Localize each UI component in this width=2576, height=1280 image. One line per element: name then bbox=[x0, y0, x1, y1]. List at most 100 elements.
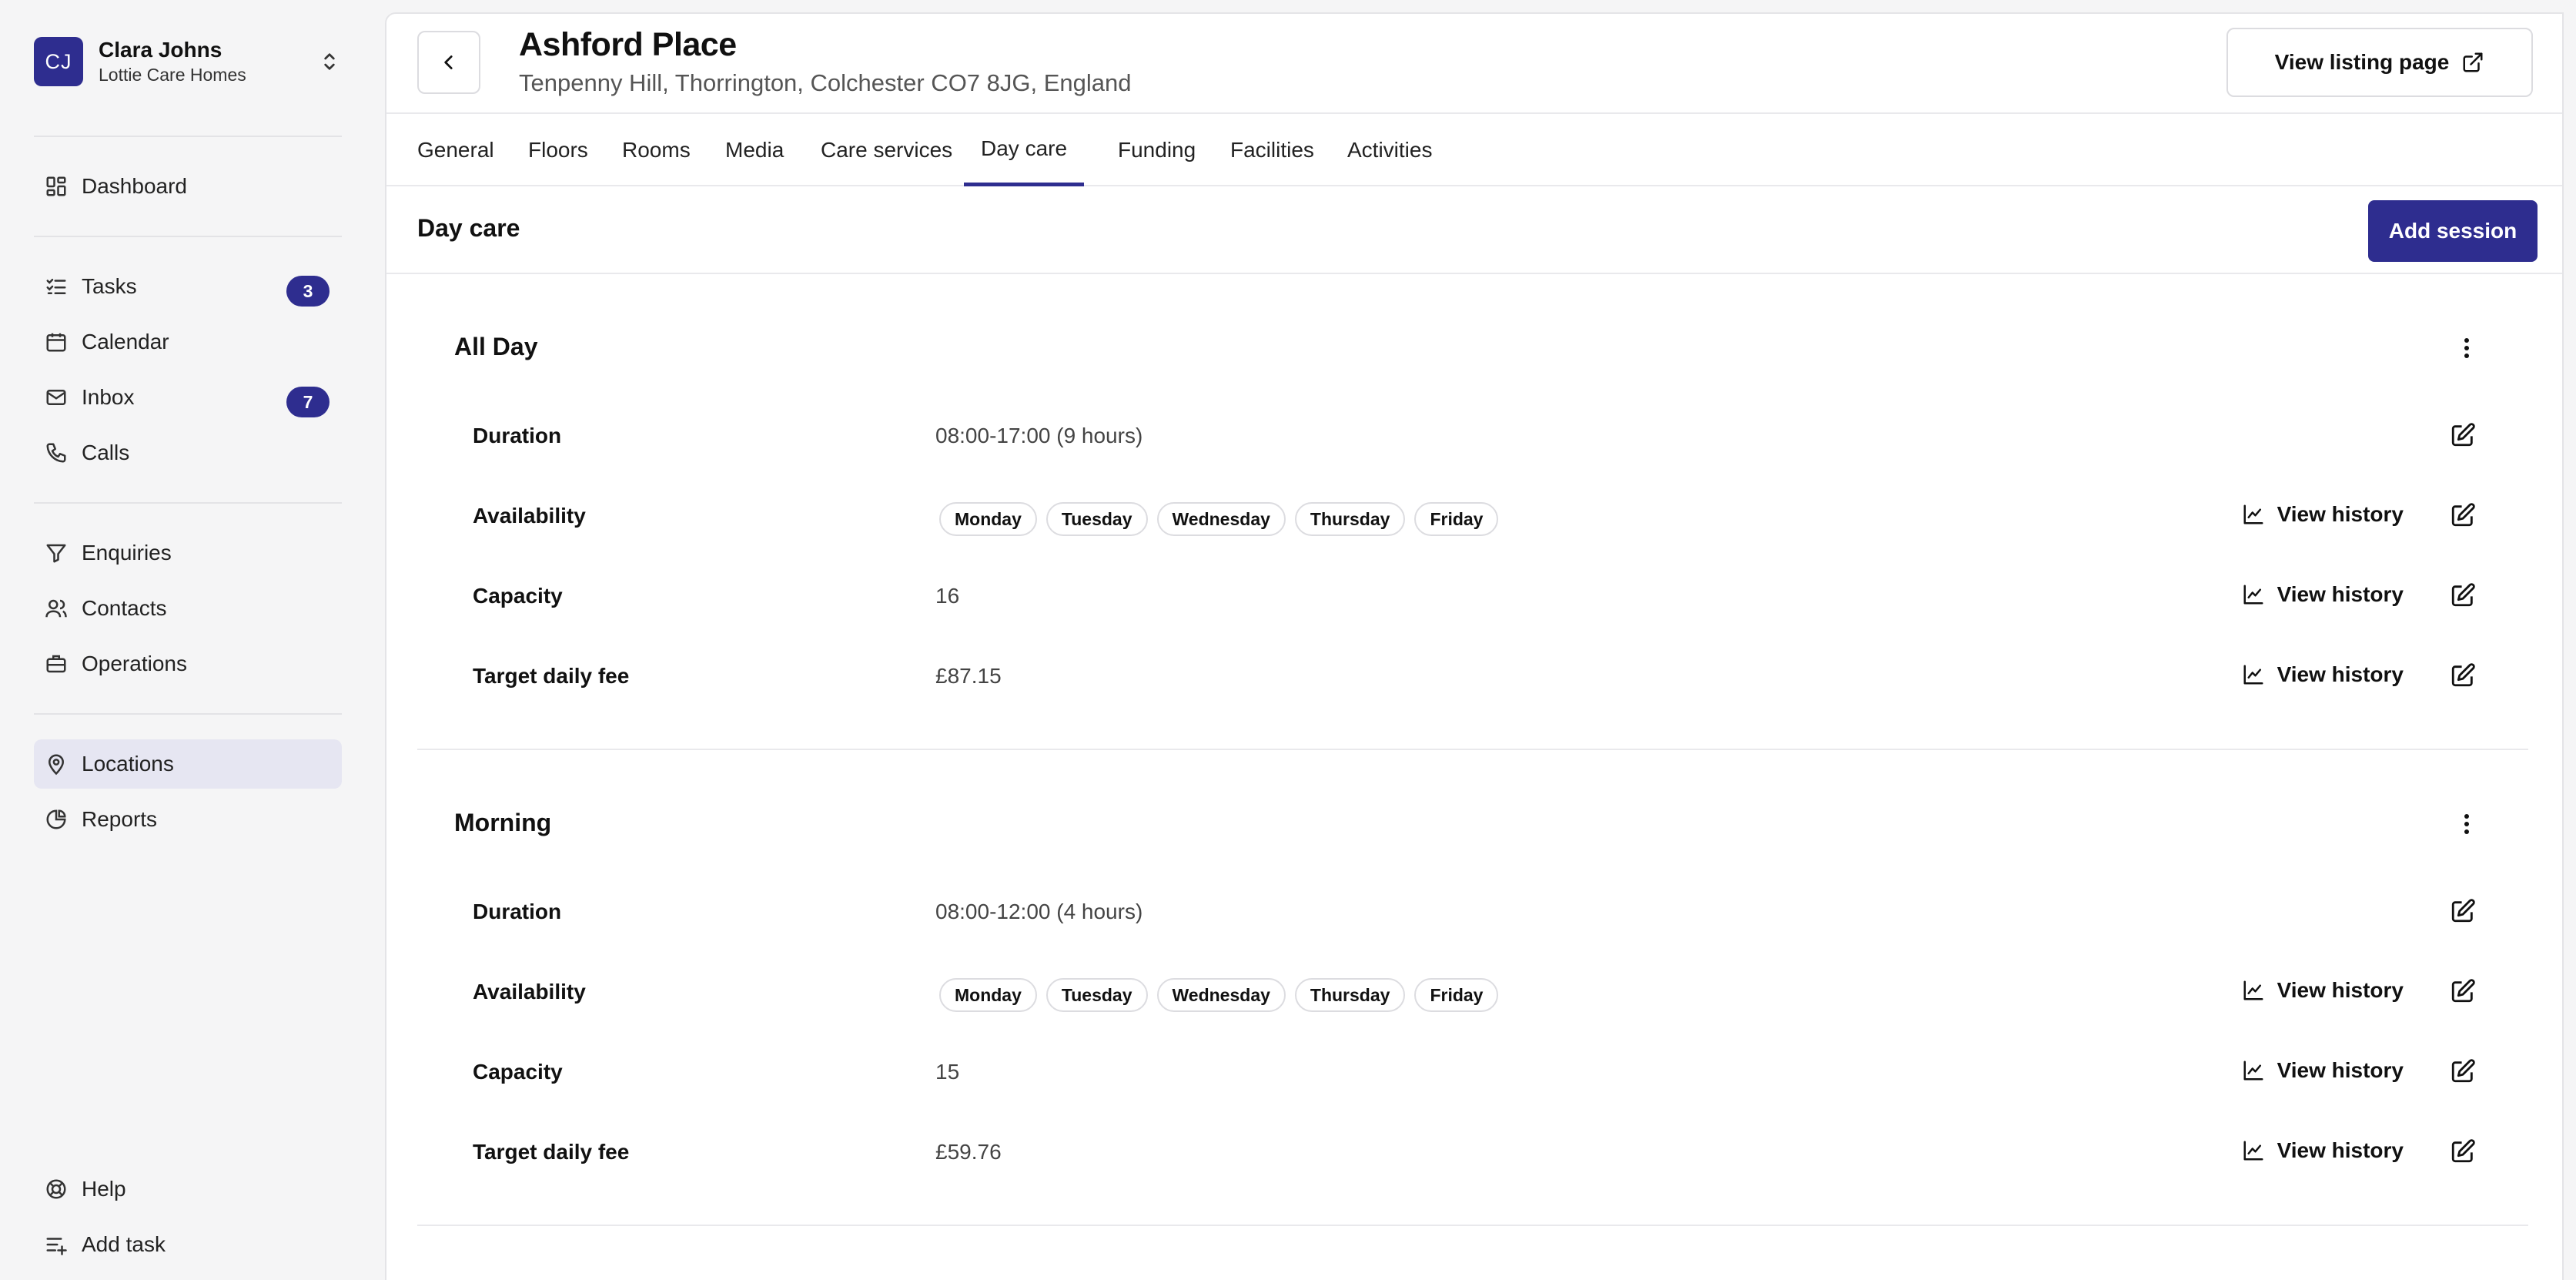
duration-row: Duration 08:00-17:00 (9 hours) bbox=[417, 407, 2528, 468]
edit-icon[interactable] bbox=[2450, 422, 2477, 450]
session-card: All Day Duration 08:00-17:00 (9 hours) A… bbox=[417, 274, 2528, 750]
view-history-button[interactable]: View history bbox=[2242, 582, 2404, 607]
day-chip: Tuesday bbox=[1045, 502, 1148, 536]
view-history-button[interactable]: View history bbox=[2242, 1138, 2404, 1163]
fee-value: £87.15 bbox=[935, 664, 1002, 688]
users-icon bbox=[43, 595, 69, 622]
view-history-button[interactable]: View history bbox=[2242, 978, 2404, 1003]
capacity-value: 16 bbox=[935, 584, 960, 608]
edit-icon[interactable] bbox=[2450, 662, 2477, 690]
divider bbox=[34, 136, 342, 137]
avatar: CJ bbox=[34, 37, 83, 86]
day-chip: Thursday bbox=[1294, 978, 1406, 1012]
add-session-button[interactable]: Add session bbox=[2368, 200, 2538, 262]
view-history-label: View history bbox=[2277, 502, 2404, 526]
tab-general[interactable]: General bbox=[400, 114, 511, 186]
divider bbox=[34, 713, 342, 715]
view-history-button[interactable]: View history bbox=[2242, 662, 2404, 687]
tab-activities[interactable]: Activities bbox=[1330, 114, 1449, 186]
tab-care-services[interactable]: Care services bbox=[804, 114, 969, 186]
sidebar-item-enquiries[interactable]: Enquiries bbox=[34, 528, 342, 578]
page-header: Ashford Place Tenpenny Hill, Thorrington… bbox=[386, 14, 2562, 114]
divider bbox=[34, 236, 342, 237]
sidebar-item-add-task[interactable]: Add task bbox=[34, 1220, 342, 1269]
sidebar-item-label: Add task bbox=[82, 1232, 166, 1256]
map-pin-icon bbox=[43, 751, 69, 777]
tab-floors[interactable]: Floors bbox=[511, 114, 605, 186]
more-vertical-icon[interactable] bbox=[2451, 333, 2482, 364]
sidebar-item-calendar[interactable]: Calendar bbox=[34, 317, 342, 367]
duration-row: Duration 08:00-12:00 (4 hours) bbox=[417, 883, 2528, 944]
row-label: Availability bbox=[473, 504, 586, 528]
view-history-button[interactable]: View history bbox=[2242, 502, 2404, 527]
view-history-button[interactable]: View history bbox=[2242, 1058, 2404, 1083]
tab-funding[interactable]: Funding bbox=[1101, 114, 1213, 186]
sidebar-item-label: Help bbox=[82, 1177, 126, 1201]
divider bbox=[34, 502, 342, 504]
duration-value: 08:00-17:00 (9 hours) bbox=[935, 424, 1143, 447]
sidebar-item-contacts[interactable]: Contacts bbox=[34, 584, 342, 633]
chevron-up-down-icon[interactable] bbox=[317, 49, 342, 74]
external-link-icon bbox=[2461, 51, 2484, 74]
tab-facilities[interactable]: Facilities bbox=[1213, 114, 1331, 186]
sidebar-item-label: Locations bbox=[82, 752, 174, 776]
count-badge: 3 bbox=[286, 276, 330, 307]
edit-icon[interactable] bbox=[2450, 1138, 2477, 1166]
edit-icon[interactable] bbox=[2450, 502, 2477, 530]
sidebar-item-label: Tasks bbox=[82, 274, 137, 298]
day-chip: Friday bbox=[1414, 502, 1499, 536]
view-listing-button[interactable]: View listing page bbox=[2226, 28, 2533, 97]
calendar-icon bbox=[43, 329, 69, 355]
sidebar-item-reports[interactable]: Reports bbox=[34, 795, 342, 844]
view-history-label: View history bbox=[2277, 1138, 2404, 1162]
briefcase-icon bbox=[43, 651, 69, 677]
edit-icon[interactable] bbox=[2450, 978, 2477, 1006]
sidebar-item-operations[interactable]: Operations bbox=[34, 639, 342, 689]
account-switcher[interactable]: CJ Clara Johns Lottie Care Homes bbox=[34, 37, 342, 86]
row-label: Target daily fee bbox=[473, 664, 630, 688]
edit-icon[interactable] bbox=[2450, 1058, 2477, 1086]
dashboard-icon bbox=[43, 173, 69, 199]
day-chip: Monday bbox=[939, 502, 1037, 536]
fee-row: Target daily fee £87.15 View history bbox=[417, 647, 2528, 709]
fee-value: £59.76 bbox=[935, 1140, 1002, 1164]
account-info: Clara Johns Lottie Care Homes bbox=[99, 37, 246, 86]
view-history-label: View history bbox=[2277, 662, 2404, 686]
sidebar-item-inbox[interactable]: Inbox 7 bbox=[34, 373, 342, 422]
row-label: Duration bbox=[473, 424, 562, 447]
sidebar-item-dashboard[interactable]: Dashboard bbox=[34, 162, 342, 211]
lifebuoy-icon bbox=[43, 1176, 69, 1202]
tab-media[interactable]: Media bbox=[708, 114, 801, 186]
main-panel: Ashford Place Tenpenny Hill, Thorrington… bbox=[385, 12, 2564, 1280]
row-label: Target daily fee bbox=[473, 1140, 630, 1164]
tab-bar: General Floors Rooms Media Care services… bbox=[386, 114, 2562, 186]
tab-rooms[interactable]: Rooms bbox=[605, 114, 708, 186]
duration-value: 08:00-12:00 (4 hours) bbox=[935, 900, 1143, 923]
view-history-label: View history bbox=[2277, 1058, 2404, 1082]
row-label: Availability bbox=[473, 980, 586, 1004]
line-chart-icon bbox=[2242, 503, 2265, 526]
view-history-label: View history bbox=[2277, 978, 2404, 1002]
day-chips: Monday Tuesday Wednesday Thursday Friday bbox=[939, 978, 1507, 1012]
sidebar-item-tasks[interactable]: Tasks 3 bbox=[34, 262, 342, 311]
back-button[interactable] bbox=[417, 31, 480, 94]
line-chart-icon bbox=[2242, 663, 2265, 686]
day-chip: Thursday bbox=[1294, 502, 1406, 536]
sidebar-item-label: Calendar bbox=[82, 330, 169, 354]
edit-icon[interactable] bbox=[2450, 898, 2477, 926]
tab-day-care[interactable]: Day care bbox=[964, 114, 1085, 186]
edit-icon[interactable] bbox=[2450, 582, 2477, 610]
day-chip: Friday bbox=[1414, 978, 1499, 1012]
pie-chart-icon bbox=[43, 806, 69, 833]
sidebar-item-calls[interactable]: Calls bbox=[34, 428, 342, 477]
sidebar-item-label: Reports bbox=[82, 807, 158, 831]
session-card: Morning Duration 08:00-12:00 (4 hours) A… bbox=[417, 750, 2528, 1226]
more-vertical-icon[interactable] bbox=[2451, 809, 2482, 839]
sidebar-item-locations[interactable]: Locations bbox=[34, 739, 342, 789]
row-label: Duration bbox=[473, 900, 562, 923]
session-name: Morning bbox=[454, 809, 552, 836]
session-name: All Day bbox=[454, 333, 538, 360]
fee-row: Target daily fee £59.76 View history bbox=[417, 1123, 2528, 1185]
sidebar-item-help[interactable]: Help bbox=[34, 1164, 342, 1214]
phone-icon bbox=[43, 440, 69, 466]
